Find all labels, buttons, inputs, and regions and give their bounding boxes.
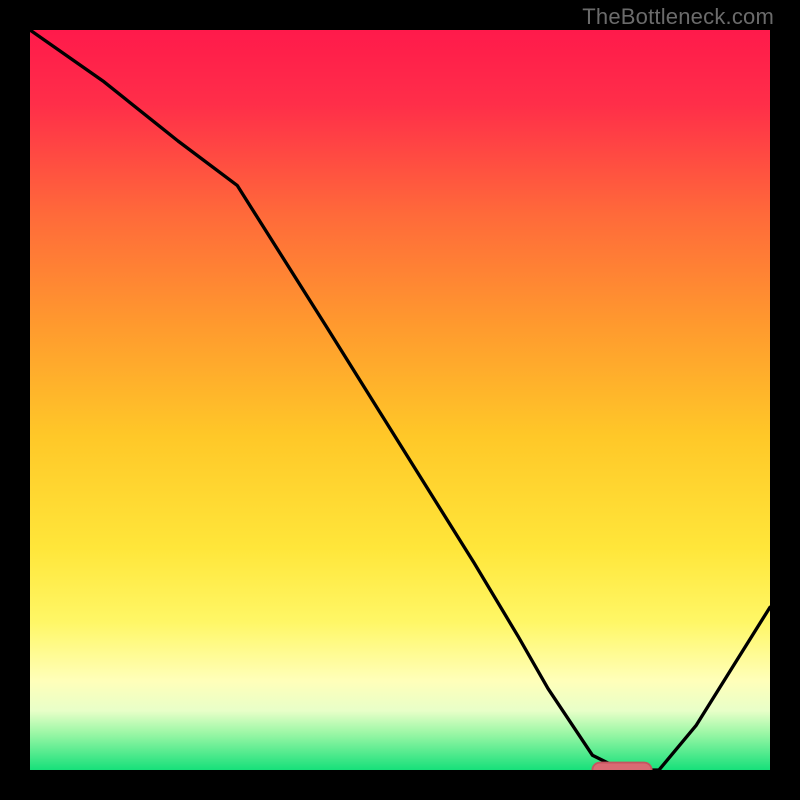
bottleneck-curve (30, 30, 770, 770)
chart-frame: TheBottleneck.com (0, 0, 800, 800)
plot-area (30, 30, 770, 770)
optimal-marker (592, 763, 651, 770)
curve-layer (30, 30, 770, 770)
watermark-label: TheBottleneck.com (582, 4, 774, 30)
